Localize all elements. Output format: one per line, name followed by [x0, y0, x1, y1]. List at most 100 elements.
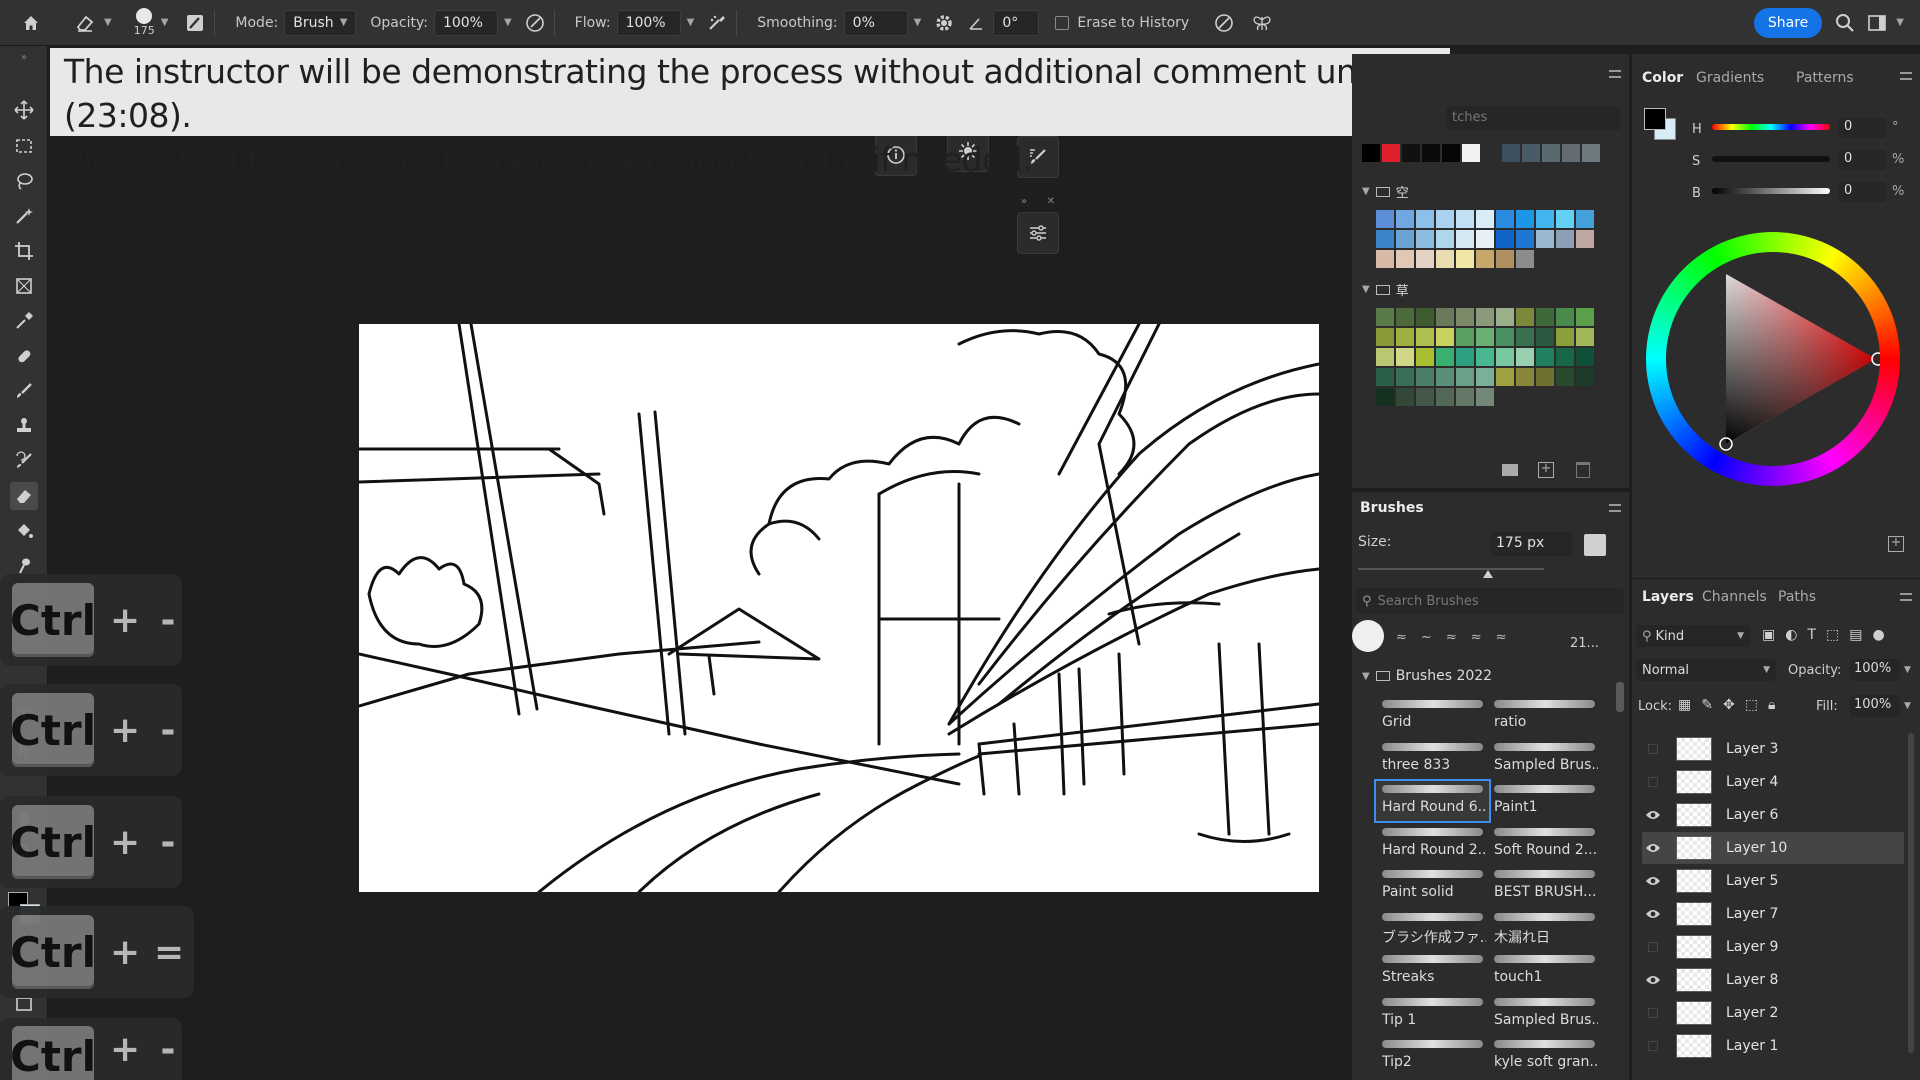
swatch-group-grass[interactable]: ▼ 草 — [1362, 280, 1409, 299]
workspace-chevron-icon[interactable]: ▼ — [1896, 17, 1904, 28]
brush-preset[interactable]: Soft Round 2... — [1488, 824, 1601, 864]
swatch[interactable] — [1516, 348, 1534, 366]
swatch[interactable] — [1422, 144, 1440, 162]
add-to-swatches-icon[interactable]: + — [1888, 536, 1904, 552]
layer-opacity-input[interactable]: 100% — [1850, 659, 1900, 681]
size-input[interactable]: 175 px — [1490, 532, 1572, 556]
swatch[interactable] — [1556, 368, 1574, 386]
eye-icon[interactable] — [1642, 837, 1664, 859]
swatch[interactable] — [1496, 348, 1514, 366]
new-group-folder-icon[interactable] — [1502, 464, 1518, 476]
swatch[interactable] — [1416, 348, 1434, 366]
angle-input[interactable]: 0° — [993, 9, 1040, 36]
recent-brush-round-icon[interactable] — [1352, 620, 1384, 652]
panel-menu-icon[interactable] — [1900, 593, 1912, 601]
swatch[interactable] — [1456, 210, 1474, 228]
swatch[interactable] — [1376, 368, 1394, 386]
brush-preset[interactable]: 木漏れ日 — [1488, 909, 1601, 949]
brush-preset[interactable]: Tip 1 — [1376, 994, 1489, 1034]
swatch[interactable] — [1436, 308, 1454, 326]
swatch[interactable] — [1516, 250, 1534, 268]
swatch[interactable] — [1396, 250, 1414, 268]
swatch-search-input[interactable]: tches — [1446, 106, 1620, 130]
swatch[interactable] — [1556, 230, 1574, 248]
search-icon[interactable] — [1832, 10, 1858, 36]
tab-channels[interactable]: Channels — [1702, 589, 1767, 605]
brush-preset[interactable]: Sampled Brus... — [1488, 739, 1601, 779]
swatch[interactable] — [1516, 328, 1534, 346]
swatch[interactable] — [1456, 368, 1474, 386]
panel-menu-icon[interactable] — [1609, 70, 1621, 78]
layer-row[interactable]: Layer 8 — [1642, 964, 1904, 996]
reset-brush-size-icon[interactable] — [1584, 534, 1606, 556]
swatch[interactable] — [1362, 144, 1380, 162]
eraser-tool-icon[interactable] — [10, 482, 38, 510]
swatch[interactable] — [1436, 210, 1454, 228]
swatch[interactable] — [1536, 348, 1554, 366]
swatch[interactable] — [1576, 210, 1594, 228]
swatch[interactable] — [1576, 368, 1594, 386]
eyedropper-tool-icon[interactable] — [10, 307, 38, 335]
opacity-input[interactable]: 100% — [433, 9, 498, 36]
swatch[interactable] — [1496, 328, 1514, 346]
brush-preset[interactable]: Hard Round 6... — [1374, 779, 1491, 823]
size-slider[interactable] — [1358, 568, 1544, 570]
layer-row[interactable]: Layer 2 — [1642, 997, 1904, 1029]
clone-stamp-tool-icon[interactable] — [10, 412, 38, 440]
tab-gradients[interactable]: Gradients — [1696, 70, 1764, 86]
swatch[interactable] — [1476, 328, 1494, 346]
swatch[interactable] — [1416, 388, 1434, 406]
crop-tool-icon[interactable] — [10, 237, 38, 265]
swatch[interactable] — [1576, 328, 1594, 346]
recent-brush-icon[interactable]: ≈ — [1446, 630, 1457, 645]
lasso-tool-icon[interactable] — [10, 167, 38, 195]
swatch[interactable] — [1402, 144, 1420, 162]
collapse-panel-icon[interactable]: » — [1021, 196, 1027, 210]
lock-artboard-icon[interactable]: ⬚ — [1745, 697, 1758, 713]
eye-icon[interactable] — [1642, 903, 1664, 925]
swatch[interactable] — [1396, 348, 1414, 366]
eye-hidden-icon[interactable] — [1642, 738, 1664, 760]
eye-icon[interactable] — [1642, 870, 1664, 892]
home-icon[interactable] — [18, 10, 44, 36]
swatch[interactable] — [1536, 368, 1554, 386]
brush-tool-icon[interactable] — [10, 377, 38, 405]
adjustments-sliders-icon[interactable] — [1017, 212, 1059, 254]
brush-preset[interactable]: ratio — [1488, 696, 1601, 736]
swatch[interactable] — [1416, 328, 1434, 346]
foreground-color-chip[interactable] — [1644, 108, 1666, 130]
brush-preset[interactable]: touch1 — [1488, 951, 1601, 991]
collapse-toolbar-icon[interactable]: » — [10, 52, 38, 63]
brush-preset[interactable]: three 833 — [1376, 739, 1489, 779]
swatch[interactable] — [1556, 308, 1574, 326]
swatch[interactable] — [1436, 368, 1454, 386]
swatch[interactable] — [1536, 210, 1554, 228]
history-brush-tool-icon[interactable] — [10, 447, 38, 475]
swatch[interactable] — [1542, 144, 1560, 162]
panel-menu-icon[interactable] — [1900, 72, 1912, 80]
airbrush-icon[interactable] — [704, 10, 730, 36]
brush-preset[interactable]: Hard Round 2... — [1376, 824, 1489, 864]
swatch[interactable] — [1496, 210, 1514, 228]
swatch[interactable] — [1496, 368, 1514, 386]
layer-row[interactable]: Layer 5 — [1642, 865, 1904, 897]
smart-object-filter-icon[interactable]: ▤ — [1849, 627, 1862, 643]
layer-row[interactable]: Layer 4 — [1642, 766, 1904, 798]
symmetry-butterfly-icon[interactable] — [1249, 10, 1275, 36]
adjustment-layer-filter-icon[interactable]: ◐ — [1785, 627, 1797, 643]
layer-row[interactable]: Layer 1 — [1642, 1030, 1904, 1062]
tab-paths[interactable]: Paths — [1778, 589, 1816, 605]
new-swatch-icon[interactable]: + — [1538, 462, 1554, 478]
swatch[interactable] — [1476, 348, 1494, 366]
h-input[interactable]: 0 — [1838, 118, 1886, 138]
flow-input[interactable]: 100% — [616, 9, 681, 36]
swatch[interactable] — [1396, 388, 1414, 406]
swatch[interactable] — [1456, 388, 1474, 406]
swatch[interactable] — [1576, 230, 1594, 248]
swatch[interactable] — [1382, 144, 1400, 162]
fill-input[interactable]: 100% — [1850, 695, 1900, 717]
layer-row[interactable]: Layer 9 — [1642, 931, 1904, 963]
s-input[interactable]: 0 — [1838, 150, 1886, 170]
eye-icon[interactable] — [1642, 804, 1664, 826]
recent-brush-icon[interactable]: ~ — [1421, 630, 1432, 645]
